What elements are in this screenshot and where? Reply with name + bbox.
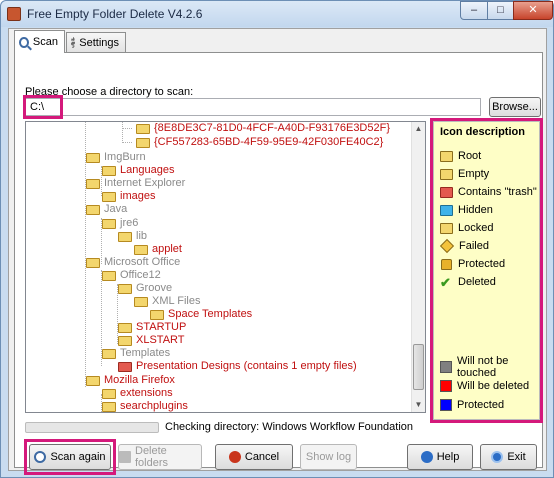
tree-node[interactable]: ImgBurn: [86, 151, 146, 164]
title-bar[interactable]: Free Empty Folder Delete V4.2.6 – □ ✕: [1, 1, 553, 27]
folder-icon: [118, 283, 132, 294]
tree-node[interactable]: Groove: [118, 282, 172, 295]
folder-icon: [86, 257, 100, 268]
status-text: Checking directory: Windows Workflow Fou…: [165, 421, 414, 433]
tree-connector: [122, 142, 132, 143]
tree-node[interactable]: Presentation Designs (contains 1 empty f…: [118, 360, 357, 373]
show-log-button[interactable]: Show log: [300, 444, 357, 470]
tree-node[interactable]: jre6: [102, 217, 138, 230]
folder-icon: [86, 178, 100, 189]
tree-node[interactable]: {CF557283-65BD-4F59-95E9-42F030FE40C2}: [136, 136, 383, 149]
tree-connector: [122, 128, 132, 129]
exit-button[interactable]: Exit: [480, 444, 537, 470]
minimize-button[interactable]: –: [460, 1, 488, 20]
tree-node[interactable]: Java: [86, 203, 127, 216]
folder-icon: [102, 388, 116, 399]
app-window: Free Empty Folder Delete V4.2.6 – □ ✕ Sc…: [0, 0, 554, 478]
browse-button[interactable]: Browse...: [489, 97, 541, 117]
tree-node[interactable]: lib: [118, 230, 147, 243]
tree-node[interactable]: Office12: [102, 269, 161, 282]
tree-node[interactable]: Templates: [102, 347, 170, 360]
tree-node[interactable]: searchplugins: [102, 400, 188, 412]
tree-node[interactable]: Microsoft Office: [86, 256, 180, 269]
tree-node[interactable]: images: [102, 190, 155, 203]
tab-scan[interactable]: Scan: [14, 30, 65, 53]
folder-icon: [134, 244, 148, 255]
window-title: Free Empty Folder Delete V4.2.6: [27, 7, 203, 21]
cancel-button[interactable]: Cancel: [215, 444, 293, 470]
scroll-down-icon[interactable]: ▼: [414, 400, 423, 409]
folder-icon: [86, 204, 100, 215]
tree-node[interactable]: applet: [134, 243, 182, 256]
folder-icon: [118, 322, 132, 333]
scrollbar-thumb[interactable]: [413, 344, 424, 390]
app-icon: [7, 7, 21, 21]
tab-settings-label: Settings: [79, 36, 119, 49]
folder-icon: [86, 375, 100, 386]
folder-icon: [102, 191, 116, 202]
folder-icon: [118, 231, 132, 242]
folder-icon: [102, 348, 116, 359]
scan-progress-bar: [25, 422, 159, 433]
help-button[interactable]: Help: [407, 444, 473, 470]
tree-node[interactable]: extensions: [102, 387, 173, 400]
gear-icon: [71, 37, 76, 48]
tree-node[interactable]: Languages: [102, 164, 174, 177]
folder-icon: [86, 152, 100, 163]
tab-scan-label: Scan: [32, 36, 58, 48]
scan-button-highlight: [24, 439, 116, 475]
tab-settings[interactable]: Settings: [66, 32, 126, 52]
folder-icon: [118, 335, 132, 346]
tree-node[interactable]: {8E8DE3C7-81D0-4FCF-A40D-F93176E3D52F}: [136, 122, 390, 135]
folder-tree[interactable]: {8E8DE3C7-81D0-4FCF-A40D-F93176E3D52F} {…: [25, 121, 426, 413]
folder-icon: [102, 165, 116, 176]
exit-icon: [491, 451, 504, 463]
tree-connector: [122, 122, 123, 143]
legend-highlight: [430, 118, 543, 423]
scroll-up-icon[interactable]: ▲: [414, 124, 423, 133]
tree-node[interactable]: Space Templates: [150, 308, 252, 321]
delete-icon: [119, 451, 131, 463]
main-client-area: Scan Settings Please choose a directory …: [8, 28, 547, 475]
path-highlight: [23, 95, 63, 119]
folder-icon: [102, 401, 116, 412]
tree-node[interactable]: Internet Explorer: [86, 177, 185, 190]
maximize-button[interactable]: □: [487, 1, 514, 20]
folder-icon: [150, 309, 164, 320]
trash-folder-icon: [118, 361, 132, 372]
delete-folders-button[interactable]: Delete folders: [118, 444, 202, 470]
tree-scrollbar[interactable]: ▲ ▼: [411, 122, 425, 412]
scan-panel: Please choose a directory to scan: Brows…: [14, 52, 543, 475]
folder-icon: [136, 137, 150, 148]
folder-icon: [136, 123, 150, 134]
directory-input[interactable]: [25, 98, 481, 116]
folder-icon: [102, 218, 116, 229]
close-button[interactable]: ✕: [513, 1, 553, 20]
tree-node[interactable]: XLSTART: [118, 334, 185, 347]
tree-node[interactable]: STARTUP: [118, 321, 186, 334]
magnifier-icon: [19, 36, 29, 48]
tree-node[interactable]: Mozilla Firefox: [86, 374, 175, 387]
folder-icon: [134, 296, 148, 307]
folder-icon: [102, 270, 116, 281]
help-icon: [420, 451, 433, 463]
tree-node[interactable]: XML Files: [134, 295, 201, 308]
cancel-icon: [228, 451, 241, 463]
